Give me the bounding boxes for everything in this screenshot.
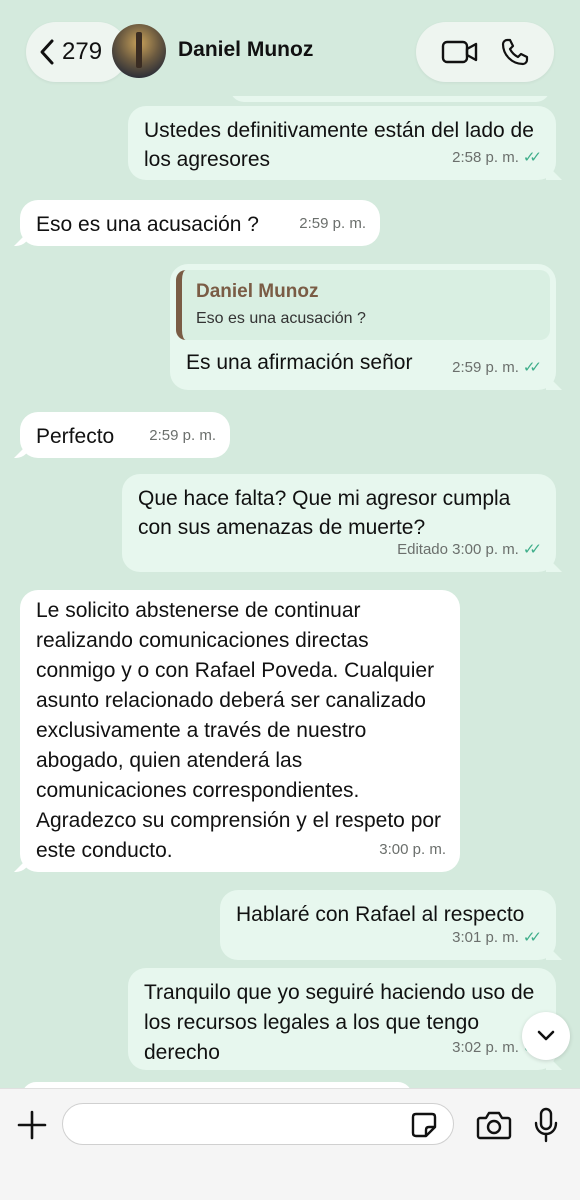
microphone-icon[interactable] <box>532 1107 560 1143</box>
read-ticks-icon: ✓✓ <box>522 929 542 946</box>
message-bubble-1[interactable]: Ustedes definitivamente están del lado d… <box>128 106 556 180</box>
composer-bar <box>0 1088 580 1200</box>
message-bubble-5[interactable]: Que hace falta? Que mi agresor cumpla co… <box>122 474 556 572</box>
camera-icon[interactable] <box>476 1109 512 1141</box>
message-time: 2:58 p. m. ✓✓ <box>452 143 542 172</box>
message-bubble-6[interactable]: Le solicito abstenerse de continuar real… <box>20 590 460 872</box>
message-bubble-8[interactable]: Tranquilo que yo seguiré haciendo uso de… <box>128 968 556 1070</box>
read-ticks-icon: ✓✓ <box>522 541 542 558</box>
back-chevron-icon <box>40 39 54 65</box>
message-time: 3:01 p. m. ✓✓ <box>452 923 542 952</box>
message-bubble-2[interactable]: Eso es una acusación ? 2:59 p. m. <box>20 200 380 246</box>
read-ticks-icon: ✓✓ <box>522 359 542 376</box>
chevron-down-icon <box>537 1030 555 1041</box>
previous-message-edge <box>230 96 550 102</box>
message-bubble-7[interactable]: Hablaré con Rafael al respecto 3:01 p. m… <box>220 890 556 960</box>
message-time: 2:59 p. m. <box>299 215 366 232</box>
message-input[interactable] <box>62 1103 454 1145</box>
message-time: 3:00 p. m. <box>379 841 446 858</box>
message-time: 2:59 p. m. <box>149 427 216 444</box>
message-text: Es una afirmación señor <box>186 351 413 374</box>
message-text: Eso es una acusación ? <box>36 213 259 236</box>
message-bubble-4[interactable]: Perfecto 2:59 p. m. <box>20 412 230 458</box>
sticker-icon[interactable] <box>410 1111 438 1139</box>
quoted-reply[interactable]: Daniel Munoz Eso es una acusación ? <box>176 270 550 340</box>
unread-count: 279 <box>62 38 103 65</box>
message-list[interactable]: Ustedes definitivamente están del lado d… <box>0 96 580 1088</box>
message-time: 2:59 p. m. ✓✓ <box>452 353 542 382</box>
message-bubble-3[interactable]: Daniel Munoz Eso es una acusación ? Es u… <box>170 264 556 390</box>
quoted-author: Daniel Munoz <box>196 281 319 302</box>
scroll-to-bottom-button[interactable] <box>522 1012 570 1060</box>
message-time: Editado 3:00 p. m. ✓✓ <box>397 535 542 564</box>
message-text: Que hace falta? Que mi agresor cumpla co… <box>138 487 511 539</box>
avatar[interactable] <box>112 24 166 78</box>
plus-icon[interactable] <box>16 1109 48 1141</box>
quoted-text: Eso es una acusación ? <box>196 310 366 327</box>
video-call-icon[interactable] <box>441 39 479 65</box>
message-text: Perfecto <box>36 425 115 448</box>
message-text: Le solicito abstenerse de continuar real… <box>36 599 442 862</box>
call-actions <box>416 22 554 82</box>
contact-name[interactable]: Daniel Munoz <box>178 38 313 62</box>
read-ticks-icon: ✓✓ <box>522 149 542 166</box>
chat-header: 279 Daniel Munoz <box>0 0 580 96</box>
phone-icon[interactable] <box>500 37 530 67</box>
